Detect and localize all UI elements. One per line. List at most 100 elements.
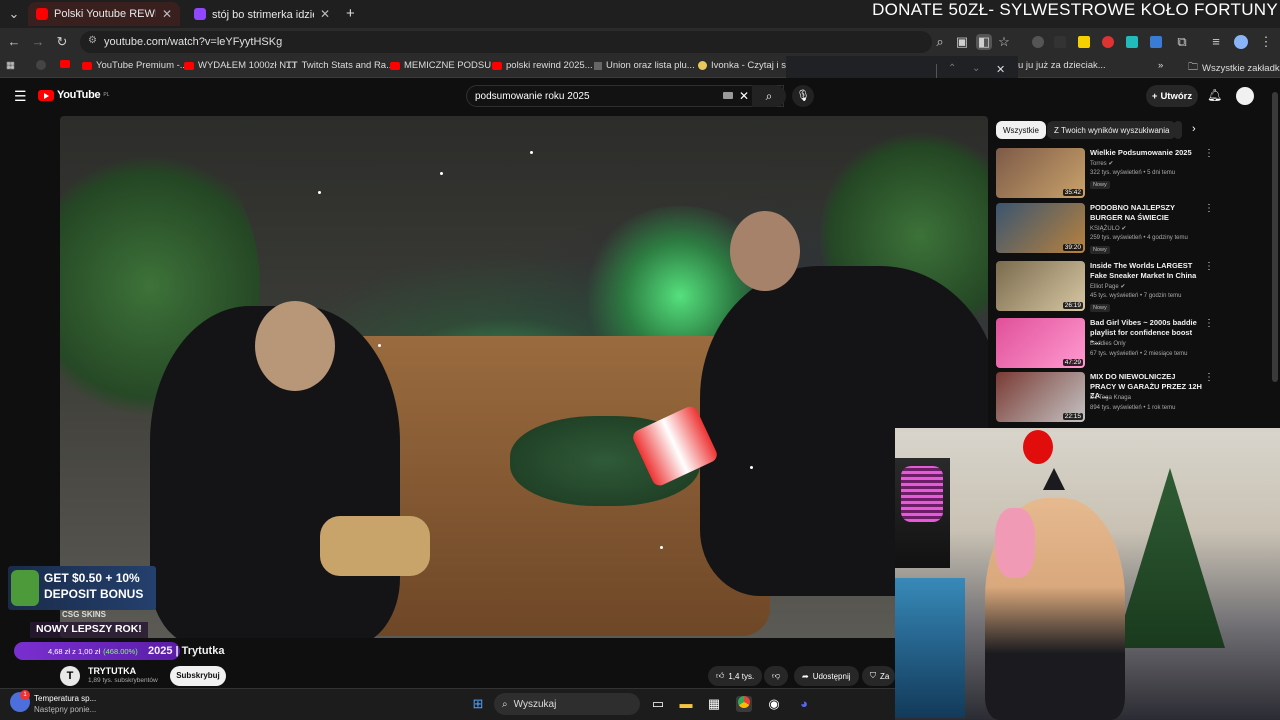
- keyboard-icon[interactable]: [723, 92, 733, 99]
- recommendation-channel[interactable]: Elliot Page ✔: [1090, 283, 1125, 290]
- chip-all[interactable]: Wszystkie: [996, 121, 1046, 139]
- recommendation-channel[interactable]: Baddies Only: [1090, 341, 1126, 347]
- video-thumbnail[interactable]: 35:42: [996, 148, 1085, 198]
- recommendation-channel[interactable]: DJ Tega Knaga: [1090, 395, 1131, 401]
- share-button[interactable]: ➦ Udostępnij: [794, 666, 859, 686]
- all-bookmarks-folder[interactable]: 🗀 Wszystkie zakładki: [1188, 60, 1280, 77]
- video-thumbnail[interactable]: 39:20: [996, 203, 1085, 253]
- dislike-button[interactable]: 👎︎: [764, 666, 789, 686]
- close-tab-icon[interactable]: ✕: [320, 7, 330, 21]
- more-bookmarks-icon[interactable]: »: [1158, 60, 1163, 71]
- extension-icon[interactable]: [1102, 36, 1114, 48]
- chips-next-icon[interactable]: ›: [1192, 123, 1196, 135]
- profile-avatar-icon[interactable]: [1234, 35, 1248, 49]
- extension-icon[interactable]: [1126, 36, 1138, 48]
- hamburger-menu-icon[interactable]: ☰: [14, 88, 27, 105]
- bookmark-icon: ⛉: [870, 671, 876, 680]
- address-bar[interactable]: ⚙ youtube.com/watch?v=leYFyytHSKg: [80, 31, 932, 53]
- video-thumbnail[interactable]: 26:19: [996, 261, 1085, 311]
- recommendation-item[interactable]: 47:29 Bad Girl Vibes ~ 2000s baddie play…: [996, 318, 1216, 372]
- bookmark-star-icon[interactable]: ☆: [996, 34, 1012, 50]
- extension-icon[interactable]: [1054, 36, 1066, 48]
- video-thumbnail[interactable]: 47:29: [996, 318, 1085, 368]
- video-thumbnail[interactable]: 22:15: [996, 372, 1085, 422]
- bookmark-icon[interactable]: [36, 60, 46, 70]
- extension-icon[interactable]: [1150, 36, 1162, 48]
- reading-list-icon[interactable]: ≡: [1208, 34, 1224, 49]
- page-scrollbar[interactable]: [1272, 92, 1278, 382]
- recommendation-title[interactable]: Inside The Worlds LARGEST Fake Sneaker M…: [1090, 261, 1202, 280]
- bookmark-item[interactable]: MEMICZNE PODSU...: [390, 60, 499, 71]
- notifications-bell-icon[interactable]: 🔔︎: [1207, 88, 1222, 102]
- subscribe-button[interactable]: Subskrybuj: [170, 666, 226, 686]
- bookmark-icon[interactable]: [60, 60, 70, 68]
- bookmark-item[interactable]: polski rewind 2025...: [492, 60, 593, 71]
- tab-youtube-rewind[interactable]: Polski Youtube REWIND 2025 | ✕: [28, 2, 180, 26]
- new-tab-button[interactable]: +: [346, 5, 355, 22]
- recommendation-title[interactable]: Wielkie Podsumowanie 2025: [1090, 148, 1202, 158]
- more-actions-icon[interactable]: ⋮: [1204, 372, 1214, 383]
- more-actions-icon[interactable]: ⋮: [1204, 148, 1214, 159]
- voice-search-button[interactable]: 🎙: [792, 85, 814, 107]
- reload-icon[interactable]: ↻: [54, 34, 70, 50]
- more-actions-icon[interactable]: ⋮: [1204, 261, 1214, 272]
- chip-from-search[interactable]: Z Twoich wyników wyszukiwania: [1047, 121, 1177, 139]
- recommendation-title[interactable]: PODOBNO NAJLEPSZY BURGER NA ŚWIECIE: [1090, 203, 1202, 222]
- task-view-icon[interactable]: ▭: [650, 696, 666, 712]
- search-input[interactable]: podsumowanie roku 2025 ✕: [466, 85, 784, 107]
- search-button[interactable]: ⌕: [752, 85, 786, 107]
- tab-twitch-stream[interactable]: stój bo strimerka idzie 👩🏼 - Twi ✕: [186, 2, 338, 26]
- chrome-icon[interactable]: [736, 696, 752, 712]
- find-next-icon[interactable]: ⌄: [972, 63, 980, 74]
- store-icon[interactable]: ▦: [706, 696, 722, 712]
- file-explorer-icon[interactable]: ▬: [678, 696, 694, 712]
- cast-icon[interactable]: ▣: [954, 34, 970, 50]
- more-actions-icon[interactable]: ⋮: [1204, 203, 1214, 214]
- taskbar-search[interactable]: ⌕ Wyszukaj: [494, 693, 640, 715]
- search-icon: ⌕: [765, 89, 773, 103]
- weather-subtitle[interactable]: Następny ponie...: [34, 705, 96, 714]
- apps-grid-icon[interactable]: ▦: [6, 60, 15, 71]
- close-tab-icon[interactable]: ✕: [162, 7, 172, 21]
- more-actions-icon[interactable]: ⋮: [1204, 318, 1214, 329]
- recommendation-item[interactable]: 22:15 MIX DO NIEWOLNICZEJ PRACY W GARAŻU…: [996, 372, 1216, 426]
- back-icon[interactable]: ←: [6, 34, 22, 49]
- forward-icon[interactable]: →: [30, 34, 46, 49]
- extension-icon[interactable]: [1078, 36, 1090, 48]
- windows-start-icon[interactable]: ⊞: [470, 696, 486, 712]
- find-prev-icon[interactable]: ⌃: [948, 63, 956, 74]
- bookmark-item[interactable]: YouTube Premium -...: [82, 60, 188, 71]
- bookmark-item[interactable]: TT Twitch Stats and Ra...: [286, 60, 394, 71]
- recommendation-channel[interactable]: KSIĄŻULO ✔: [1090, 225, 1126, 232]
- youtube-logo[interactable]: YouTube PL: [38, 89, 109, 101]
- bookmark-item[interactable]: WYDAŁEM 1000zł N...: [184, 60, 294, 71]
- extensions-puzzle-icon[interactable]: ⧉: [1174, 34, 1190, 50]
- video-player[interactable]: [60, 116, 988, 638]
- find-close-icon[interactable]: ✕: [996, 63, 1005, 76]
- zoom-icon[interactable]: ⌕: [932, 34, 948, 50]
- chip-partial[interactable]: [1174, 121, 1182, 139]
- discord-icon[interactable]: ◕: [796, 696, 812, 712]
- site-info-icon[interactable]: ⚙: [88, 35, 97, 46]
- obs-icon[interactable]: ◉: [766, 696, 782, 712]
- screenshot-icon[interactable]: ◧: [976, 34, 992, 50]
- recommendation-item[interactable]: 35:42 Wielkie Podsumowanie 2025 Torres ✔…: [996, 148, 1216, 202]
- create-button[interactable]: + Utwórz: [1146, 85, 1198, 107]
- clear-search-icon[interactable]: ✕: [739, 89, 749, 103]
- recommendation-channel[interactable]: Torres ✔: [1090, 160, 1113, 167]
- like-button[interactable]: 👍︎ 1,4 tys.: [708, 666, 763, 686]
- channel-name[interactable]: TRYTUTKA: [88, 666, 136, 676]
- extension-icon[interactable]: [1032, 36, 1044, 48]
- save-button[interactable]: ⛉ Za: [862, 666, 895, 686]
- tab-search-icon[interactable]: ⌄: [6, 6, 22, 22]
- webcam-overlay: [895, 428, 1280, 720]
- weather-title[interactable]: Temperatura sp...: [34, 694, 96, 703]
- recommendation-item[interactable]: 39:20 PODOBNO NAJLEPSZY BURGER NA ŚWIECI…: [996, 203, 1216, 257]
- account-avatar[interactable]: [1236, 87, 1254, 105]
- bookmark-item[interactable]: u ju już za dzieciak...: [1018, 60, 1106, 71]
- bookmark-item[interactable]: Union oraz lista plu...: [594, 60, 695, 71]
- menu-kebab-icon[interactable]: ⋮: [1258, 34, 1274, 50]
- weather-widget-icon[interactable]: 1: [10, 690, 30, 712]
- recommendation-item[interactable]: 26:19 Inside The Worlds LARGEST Fake Sne…: [996, 261, 1216, 315]
- channel-avatar[interactable]: T: [60, 666, 80, 686]
